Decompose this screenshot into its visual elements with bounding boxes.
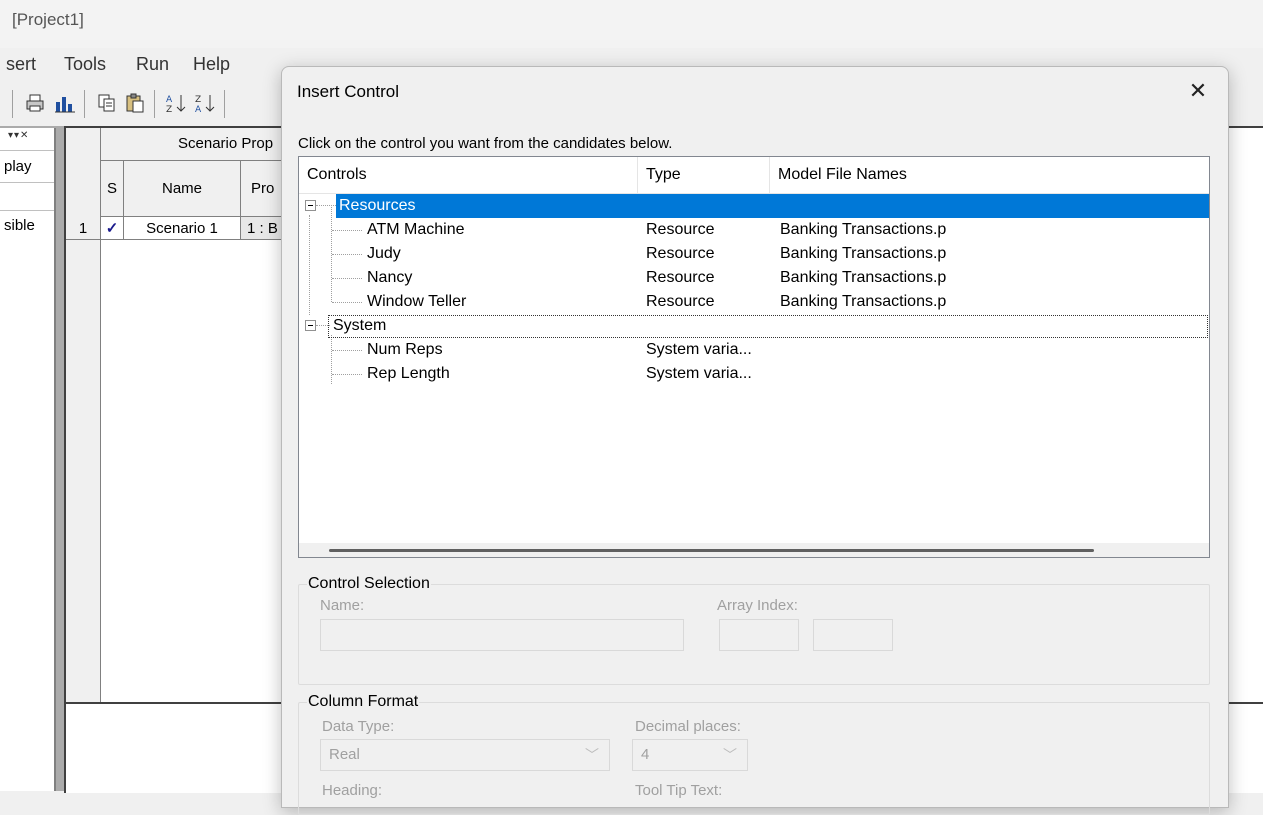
tree-item-nancy[interactable]: Nancy Resource Banking Transactions.p xyxy=(299,266,1209,290)
array-index-label: Array Index: xyxy=(717,597,798,614)
left-panel: ▾▾✕ play sible xyxy=(0,128,56,791)
app-title-bar: [Project1] xyxy=(0,0,1263,48)
column-header-model-file-names[interactable]: Model File Names xyxy=(770,157,1209,193)
name-label: Name: xyxy=(320,597,365,614)
svg-text:A: A xyxy=(195,105,202,114)
insert-control-dialog: Insert Control ✕ Click on the control yo… xyxy=(281,66,1229,815)
data-type-value: Real xyxy=(329,746,360,763)
row-number: 1 xyxy=(66,217,101,240)
grid-row-header xyxy=(66,128,101,704)
chevron-down-icon: ﹀ xyxy=(723,747,737,763)
divider xyxy=(0,210,54,211)
close-icon[interactable]: ✕ xyxy=(1182,77,1214,105)
svg-text:A: A xyxy=(166,95,173,105)
tree-group-system[interactable]: System xyxy=(299,314,1209,338)
item-type: System varia... xyxy=(646,365,752,382)
copy-icon[interactable] xyxy=(96,92,118,114)
item-model: Banking Transactions.p xyxy=(780,245,947,262)
item-type: System varia... xyxy=(646,341,752,358)
tree-connector xyxy=(332,254,362,256)
column-header-controls[interactable]: Controls xyxy=(299,157,638,193)
dialog-instruction: Click on the control you want from the c… xyxy=(298,135,673,152)
item-name: ATM Machine xyxy=(367,221,465,238)
grid-group-header-label: Scenario Prop xyxy=(178,135,274,152)
column-header-name[interactable]: Name xyxy=(124,161,241,217)
tree-group-label: System xyxy=(333,317,387,334)
app-title: [Project1] xyxy=(12,10,84,29)
window-controls-icon[interactable]: ▾▾✕ xyxy=(8,130,29,141)
svg-text:Z: Z xyxy=(166,105,172,114)
tree-header: Controls Type Model File Names xyxy=(299,157,1209,194)
controls-tree-list[interactable]: Controls Type Model File Names Resources… xyxy=(298,156,1210,558)
divider xyxy=(0,150,54,151)
divider xyxy=(0,182,54,183)
item-model: Banking Transactions.p xyxy=(780,269,947,286)
decimal-places-select[interactable]: 4 ﹀ xyxy=(632,739,748,771)
tree-connector xyxy=(332,230,362,232)
decimal-places-value: 4 xyxy=(641,746,650,763)
tree-item-judy[interactable]: Judy Resource Banking Transactions.p xyxy=(299,242,1209,266)
menu-help[interactable]: Help xyxy=(193,54,230,75)
data-type-label: Data Type: xyxy=(322,718,395,735)
item-name: Rep Length xyxy=(367,365,450,382)
tree-connector xyxy=(332,278,362,280)
item-type: Resource xyxy=(646,293,715,310)
menu-insert[interactable]: sert xyxy=(6,54,36,75)
print-icon[interactable] xyxy=(24,92,46,114)
tree-connector xyxy=(332,374,362,376)
tree-connector xyxy=(332,302,362,304)
left-panel-label: play xyxy=(4,158,32,175)
left-panel-value: sible xyxy=(4,217,35,234)
data-type-select[interactable]: Real ﹀ xyxy=(320,739,610,771)
tree-group-resources[interactable]: Resources xyxy=(299,194,1209,218)
sort-descending-icon[interactable]: ZA xyxy=(194,92,216,114)
sort-ascending-icon[interactable]: AZ xyxy=(165,92,187,114)
selection-highlight xyxy=(336,194,1209,218)
toolbar-separator xyxy=(224,90,225,118)
chevron-down-icon: ﹀ xyxy=(585,747,599,763)
paste-icon[interactable] xyxy=(124,92,146,114)
menu-tools[interactable]: Tools xyxy=(64,54,106,75)
column-format-legend: Column Format xyxy=(308,693,419,710)
toolbar-separator xyxy=(12,90,13,118)
item-name: Nancy xyxy=(367,269,413,286)
row-checkbox[interactable]: ✓ xyxy=(101,217,124,240)
item-type: Resource xyxy=(646,269,715,286)
item-model: Banking Transactions.p xyxy=(780,293,947,310)
collapse-icon[interactable] xyxy=(305,200,316,211)
item-name: Window Teller xyxy=(367,293,467,310)
tree-connector xyxy=(316,205,336,207)
tree-connector xyxy=(316,325,330,327)
item-type: Resource xyxy=(646,221,715,238)
toolbar-separator xyxy=(84,90,85,118)
decimal-places-label: Decimal places: xyxy=(635,718,741,735)
menu-run[interactable]: Run xyxy=(136,54,169,75)
item-type: Resource xyxy=(646,245,715,262)
chart-icon[interactable] xyxy=(54,92,76,114)
column-header-s[interactable]: S xyxy=(101,161,124,217)
tree-item-window-teller[interactable]: Window Teller Resource Banking Transacti… xyxy=(299,290,1209,314)
dialog-title: Insert Control xyxy=(297,82,400,101)
scrollbar-thumb[interactable] xyxy=(329,549,1094,552)
tree-item-rep-length[interactable]: Rep Length System varia... xyxy=(299,362,1209,386)
array-index-input-2[interactable] xyxy=(813,619,893,651)
tree-group-label: Resources xyxy=(339,197,416,214)
toolbar-separator xyxy=(154,90,155,118)
item-model: Banking Transactions.p xyxy=(780,221,947,238)
column-header-type[interactable]: Type xyxy=(638,157,770,193)
tree-connector xyxy=(332,350,362,352)
tree-item-atm-machine[interactable]: ATM Machine Resource Banking Transaction… xyxy=(299,218,1209,242)
collapse-icon[interactable] xyxy=(305,320,316,331)
focus-outline xyxy=(328,315,1208,338)
tree-item-num-reps[interactable]: Num Reps System varia... xyxy=(299,338,1209,362)
name-input[interactable] xyxy=(320,619,684,651)
item-name: Judy xyxy=(367,245,401,262)
item-name: Num Reps xyxy=(367,341,443,358)
svg-text:Z: Z xyxy=(195,95,201,105)
horizontal-scrollbar[interactable] xyxy=(299,543,1209,557)
array-index-input-1[interactable] xyxy=(719,619,799,651)
control-selection-legend: Control Selection xyxy=(308,575,430,592)
row-name[interactable]: Scenario 1 xyxy=(124,217,241,240)
